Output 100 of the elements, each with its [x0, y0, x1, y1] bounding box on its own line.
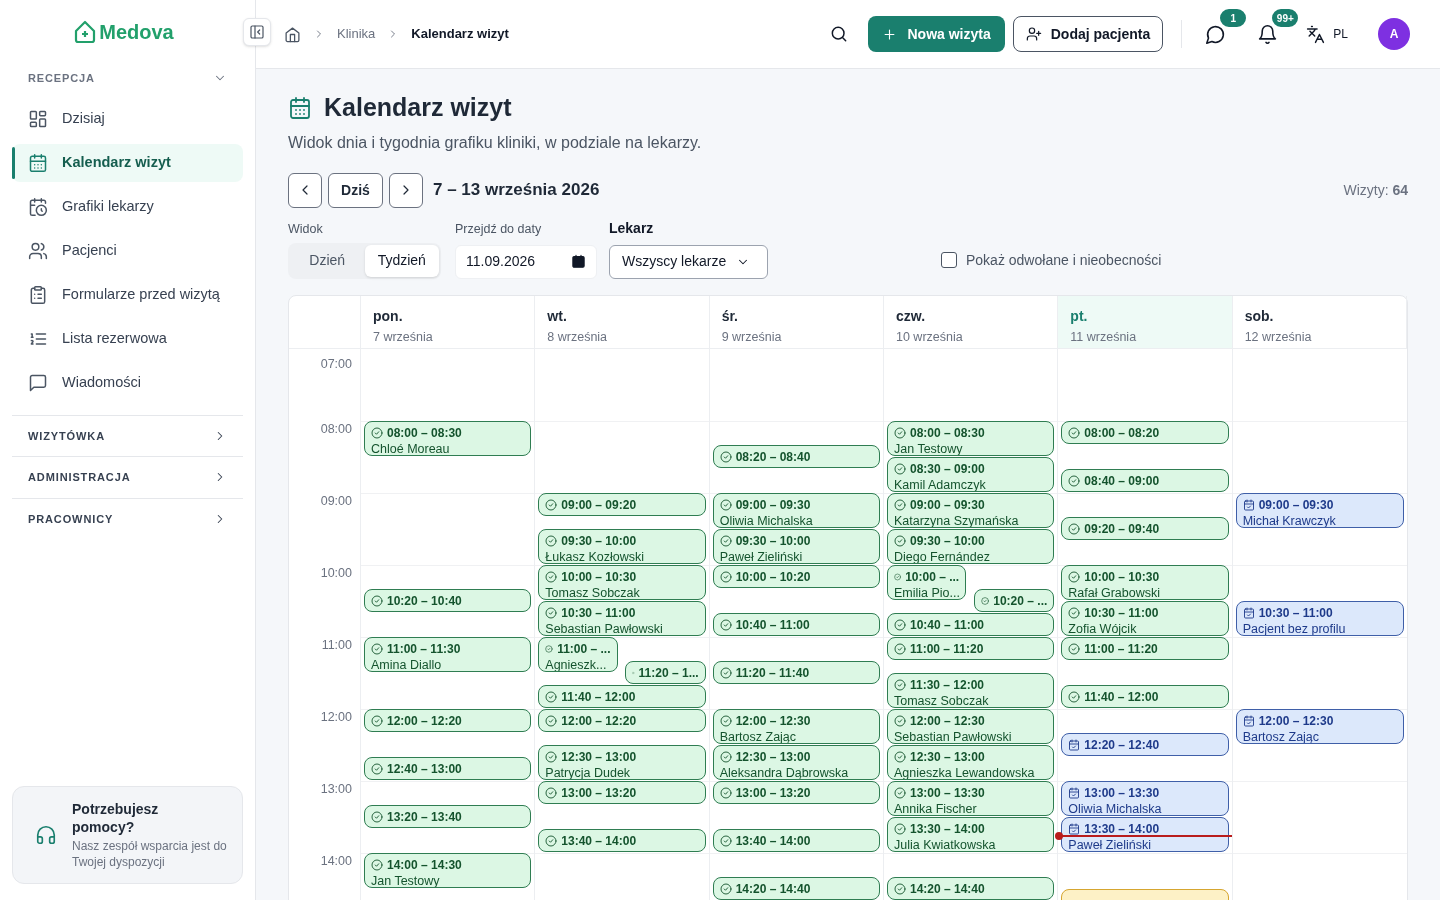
appointment-card[interactable]: 10:00 – 10:30 Rafał Grabowski [1061, 565, 1229, 600]
appointment-card[interactable]: 09:30 – 10:00 Łukasz Kozłowski [538, 529, 706, 564]
day-name: wt. [547, 306, 568, 326]
appointment-time: 12:00 – 12:30 [910, 713, 985, 730]
nav-item[interactable]: Lista rezerwowa [12, 319, 243, 358]
previous-week-button[interactable] [288, 172, 322, 208]
appointment-card[interactable]: 12:00 – 12:30 Bartosz Zając [1235, 709, 1404, 744]
appointment-card[interactable]: 09:30 – 10:00 Paweł Zieliński [712, 529, 880, 564]
appointment-card[interactable]: 08:40 – 09:00 [1061, 469, 1229, 492]
appointment-card[interactable]: 12:20 – 12:40 [1061, 733, 1229, 756]
appointment-card[interactable]: 09:00 – 09:30 Michał Krawczyk [1235, 493, 1404, 528]
view-tab[interactable]: Tydzień [364, 244, 439, 277]
appointment-card[interactable]: 08:00 – 08:20 [1061, 421, 1229, 444]
appointment-card[interactable]: 13:40 – 14:00 [712, 829, 880, 852]
calendar-icon [288, 95, 312, 120]
breadcrumb-link[interactable]: Klinika [337, 24, 376, 44]
appointment-card[interactable]: 12:30 – 13:00 Aleksandra Dąbrowska [712, 745, 880, 780]
appointment-card[interactable]: 13:40 – 14:00 [538, 829, 706, 852]
appointment-card[interactable]: 13:30 – 14:00 Julia Kwiatkowska [887, 817, 1055, 852]
appointment-card[interactable]: 10:30 – 11:00 Pacjent bez profilu [1235, 601, 1404, 636]
language-button[interactable]: PL [1306, 24, 1348, 44]
appointment-card[interactable]: 12:00 – 12:20 [538, 709, 706, 732]
appointment-time: 13:30 – 14:00 [1084, 821, 1160, 838]
appointment-card[interactable]: 10:20 – 10:40 [364, 589, 532, 612]
appointment-card[interactable]: 13:00 – 13:20 [538, 781, 706, 804]
appointment-time: 10:30 – 11:00 [1084, 605, 1159, 622]
hour-label: 13:00 [320, 780, 352, 798]
appointment-card[interactable]: 10:30 – 11:00 Zofia Wójcik [1061, 601, 1229, 636]
add-patient-button[interactable]: Dodaj pacjenta [1012, 16, 1164, 52]
page-subtitle: Widok dnia i tygodnia grafiku kliniki, w podziale na lekarzy. [288, 132, 703, 153]
calendar-check-icon [1242, 715, 1255, 727]
appointment-card[interactable]: 10:00 – ... Emilia Pio... [887, 565, 967, 600]
section-header[interactable]: WIZYTÓWKA [12, 415, 243, 456]
appointment-card[interactable]: 14:20 – 14:40 [712, 877, 880, 900]
appointment-card[interactable]: 12:30 – 13:00 Agnieszka Lewandowska [887, 745, 1055, 780]
patient-name: Katarzyna Szymańska [894, 514, 1020, 527]
appointment-card[interactable]: 10:20 – ... [974, 589, 1055, 612]
section-header[interactable]: RECEPCJA [12, 64, 243, 93]
section-header[interactable]: PRACOWNICY [12, 498, 243, 539]
appointment-card[interactable]: 09:00 – 09:20 [538, 493, 706, 516]
appointment-card[interactable]: 11:40 – 12:00 [538, 685, 706, 708]
appointment-card[interactable]: 12:00 – 12:20 [364, 709, 532, 732]
appointment-card[interactable]: 08:30 – 09:00 Kamil Adamczyk [887, 457, 1055, 492]
appointment-card[interactable]: 11:00 – 11:20 [1061, 637, 1229, 660]
appointment-card[interactable]: 12:00 – 12:30 Sebastian Pawłowski [887, 709, 1055, 744]
appointment-time: 11:30 – 12:00 [910, 677, 985, 694]
appointment-card[interactable]: 14:00 – 14:30 Jan Testowy [364, 853, 532, 888]
checkbox[interactable] [941, 252, 957, 268]
nav-item[interactable]: Grafiki lekarzy [12, 187, 243, 226]
appointment-card[interactable]: 13:30 – 14:00 Paweł Zieliński [1061, 817, 1229, 852]
appointment-card[interactable]: 11:00 – ... Agnieszk... [538, 637, 618, 672]
today-button[interactable]: Dziś [328, 172, 383, 208]
hour-label: 09:00 [320, 492, 352, 510]
section-header[interactable]: ADMINISTRACJA [12, 457, 243, 498]
new-visit-button[interactable]: Nowa wizyta [868, 16, 1005, 52]
appointment-card[interactable]: 11:00 – 11:20 [887, 637, 1055, 660]
appointment-time: 12:00 – 12:30 [735, 713, 811, 730]
view-tab[interactable]: Dzień [290, 244, 365, 277]
appointment-card[interactable]: 10:00 – 10:20 [712, 565, 880, 588]
logo-icon [73, 20, 98, 44]
appointment-card[interactable]: 11:20 – 1... [625, 661, 706, 684]
appointment-card[interactable]: 13:20 – 13:40 [364, 805, 532, 828]
nav-item[interactable]: Pacjenci [12, 231, 243, 270]
appointment-card[interactable]: 13:00 – 13:30 Annika Fischer [887, 781, 1055, 816]
nav-item[interactable]: Formularze przed wizytą [12, 275, 243, 314]
appointment-card[interactable]: 12:00 – 12:30 Bartosz Zając [712, 709, 880, 744]
doctor-select[interactable]: Wszyscy lekarze [609, 244, 768, 279]
appointment-card[interactable]: 11:20 – 11:40 [712, 661, 880, 684]
headset-icon [34, 824, 57, 846]
appointment-card[interactable]: 13:00 – 13:30 Oliwia Michalska [1061, 781, 1229, 816]
appointment-card[interactable]: 08:00 – 08:30 Chloé Moreau [364, 421, 532, 456]
appointment-card[interactable]: 11:40 – 12:00 [1061, 685, 1229, 708]
appointment-card[interactable]: 11:00 – 11:30 Amina Diallo [364, 637, 532, 672]
appointment-card[interactable]: 09:00 – 09:30 Oliwia Michalska [712, 493, 880, 528]
appointment-card[interactable]: 09:30 – 10:00 Diego Fernández [887, 529, 1055, 564]
breadcrumb-link[interactable]: Kalendarz wizyt [411, 24, 509, 44]
appointment-card[interactable]: 11:30 – 12:00 Tomasz Sobczak [887, 673, 1055, 708]
appointment-card[interactable]: 12:30 – 13:00 Patrycja Dudek [538, 745, 706, 780]
appointment-card[interactable]: 08:00 – 08:30 Jan Testowy [887, 421, 1055, 456]
appointment-card[interactable]: 09:20 – 09:40 [1061, 517, 1229, 540]
appointment-card[interactable]: 09:00 – 09:30 Katarzyna Szymańska [887, 493, 1055, 528]
appointment-time: 12:00 – 12:30 [1258, 713, 1334, 730]
appointment-time: 10:00 – 10:30 [561, 569, 637, 586]
appointment-card[interactable]: 10:00 – 10:30 Tomasz Sobczak [538, 565, 706, 600]
collapse-sidebar-button[interactable] [243, 18, 271, 46]
appointment-card[interactable]: 10:40 – 11:00 [712, 613, 880, 636]
appointment-card[interactable]: 14:20 – 14:40 [887, 877, 1055, 900]
nav-item[interactable]: Dzisiaj [12, 99, 243, 138]
appointment-time: 09:00 – 09:30 [1258, 497, 1334, 514]
appointment-card[interactable]: 12:40 – 13:00 [364, 757, 532, 780]
user-avatar[interactable]: A [1378, 18, 1410, 50]
appointment-time: 12:30 – 13:00 [735, 749, 811, 766]
appointment-card[interactable]: 10:40 – 11:00 [887, 613, 1055, 636]
appointment-card[interactable]: 10:30 – 11:00 Sebastian Pawłowski [538, 601, 706, 636]
nav-item[interactable]: Wiadomości [12, 363, 243, 402]
appointment-card[interactable]: 13:00 – 13:20 [712, 781, 880, 804]
appointment-card[interactable]: 08:20 – 08:40 [712, 445, 880, 468]
date-field[interactable]: 11.09.2026 [455, 244, 597, 279]
next-week-button[interactable] [389, 172, 423, 208]
nav-item[interactable]: Kalendarz wizyt [12, 143, 243, 182]
